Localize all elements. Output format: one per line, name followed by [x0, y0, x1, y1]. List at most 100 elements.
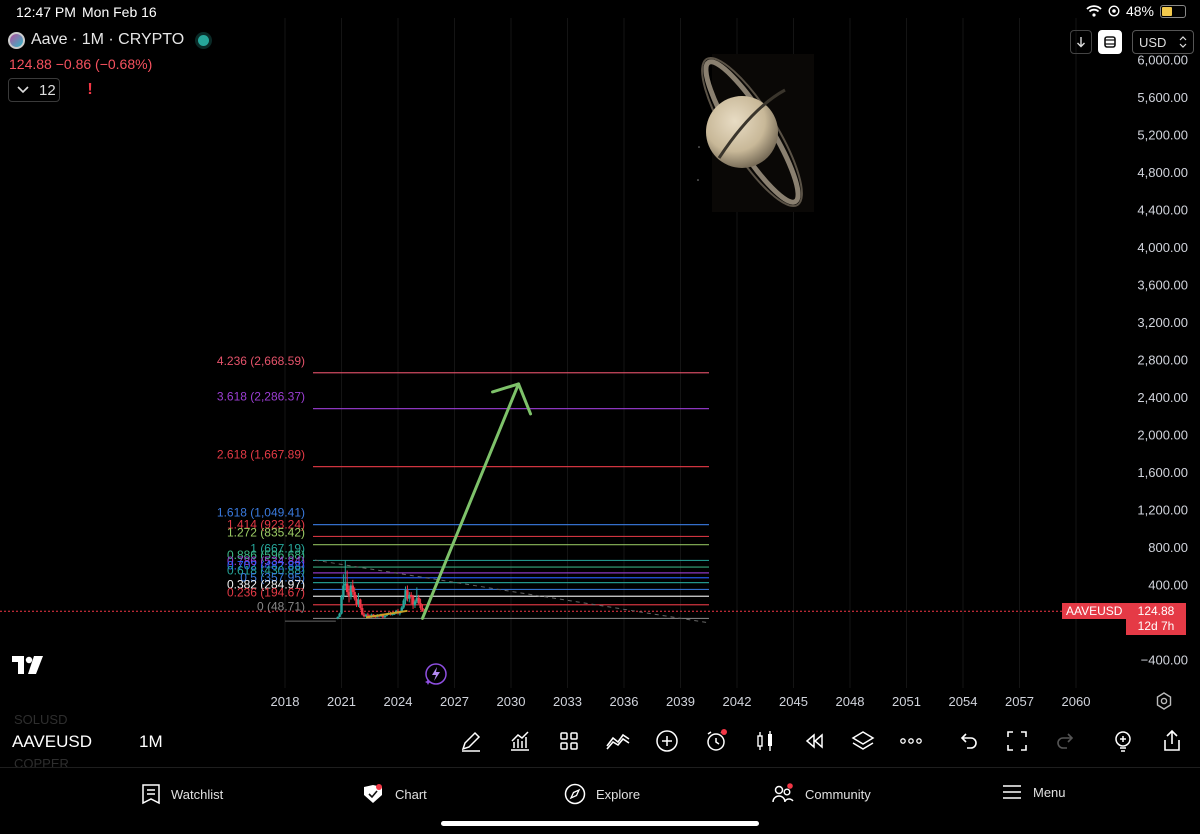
- saturn-image: [697, 54, 814, 212]
- candle-body: [366, 614, 370, 616]
- chart-settings-icon[interactable]: [1155, 692, 1173, 710]
- time-axis-label: 2033: [553, 694, 582, 709]
- nav-community[interactable]: Community: [771, 783, 871, 805]
- symbol-selector[interactable]: AAVEUSD: [12, 732, 92, 752]
- time-axis-label: 2051: [892, 694, 921, 709]
- fib-level-label: 2.618 (1,667.89): [217, 448, 305, 462]
- candle-body: [413, 601, 417, 606]
- share-button[interactable]: [1159, 728, 1185, 754]
- symbol-prev[interactable]: SOLUSD: [14, 712, 67, 727]
- symbol-header[interactable]: Aave · 1M · CRYPTO: [8, 31, 210, 49]
- compare-button[interactable]: [605, 728, 631, 754]
- add-button[interactable]: [654, 728, 680, 754]
- alerts-button[interactable]: [703, 728, 729, 754]
- currency-select[interactable]: USD: [1132, 30, 1194, 54]
- last-price: 124.88: [9, 56, 52, 72]
- tradingview-logo-icon[interactable]: [12, 656, 44, 674]
- nav-explore-label: Explore: [596, 786, 641, 802]
- fullscreen-icon: [1007, 731, 1027, 751]
- chart-tab-icon: [364, 784, 382, 803]
- pencil-icon: [461, 731, 481, 752]
- chart-type-button[interactable]: [752, 728, 778, 754]
- time-axis-label: 2030: [497, 694, 526, 709]
- bar-countdown: 12d 7h: [1137, 619, 1175, 633]
- candle-body: [419, 603, 422, 608]
- fib-level-label: 0.236 (194.67): [227, 586, 305, 600]
- scroll-to-latest-button[interactable]: [1070, 30, 1092, 54]
- nav-chart[interactable]: Chart: [361, 783, 427, 805]
- time-axis-label: 2054: [949, 694, 978, 709]
- alarm-clock-icon: [707, 729, 727, 751]
- time-axis-label: 2039: [666, 694, 695, 709]
- price-axis-label: 4,000.00: [1137, 240, 1188, 255]
- redo-icon: [1057, 733, 1074, 749]
- currency-value: USD: [1139, 34, 1167, 50]
- symbol-title: Aave · 1M · CRYPTO: [31, 31, 185, 48]
- fib-level-label: 4.236 (2,668.59): [217, 354, 305, 368]
- nav-explore[interactable]: Explore: [564, 783, 640, 805]
- redo-button[interactable]: [1053, 728, 1079, 754]
- price-axis-label: 1,600.00: [1137, 465, 1188, 480]
- lightning-badge-icon[interactable]: [424, 662, 448, 686]
- time-axis-label: 2021: [327, 694, 356, 709]
- more-button[interactable]: [898, 728, 924, 754]
- price-axis-label: 400.00: [1148, 577, 1188, 592]
- indicator-count: 12: [39, 81, 56, 99]
- interval-selector[interactable]: 1M: [139, 732, 163, 752]
- price-axis-label: 800.00: [1148, 540, 1188, 555]
- nav-watchlist-label: Watchlist: [171, 786, 224, 802]
- time-axis-label: 2060: [1062, 694, 1091, 709]
- nav-menu-label: Menu: [1033, 784, 1066, 800]
- layers-icon: [851, 731, 875, 750]
- candle-body: [345, 583, 349, 593]
- ellipsis-icon: [900, 738, 922, 744]
- candle-body: [340, 596, 343, 614]
- candle-body: [353, 592, 356, 599]
- price-change-row: 124.88 −0.86 (−0.68%): [9, 56, 152, 72]
- hamburger-icon: [1003, 785, 1021, 799]
- candle-body: [383, 615, 387, 618]
- time-axis-label: 2045: [779, 694, 808, 709]
- candle-body: [336, 616, 339, 619]
- layouts-button[interactable]: [556, 728, 582, 754]
- time-axis-label: 2024: [384, 694, 413, 709]
- price-axis-label: 2,800.00: [1137, 352, 1188, 367]
- objects-tree-button[interactable]: [850, 728, 876, 754]
- symbol-next[interactable]: COPPER: [14, 756, 69, 771]
- home-indicator[interactable]: [441, 821, 759, 826]
- indicators-toggle[interactable]: 12: [8, 78, 60, 102]
- indicators-button[interactable]: [507, 728, 533, 754]
- price-axis-label: 3,600.00: [1137, 277, 1188, 292]
- error-alert-icon[interactable]: !: [80, 80, 100, 100]
- price-axis-label: 2,000.00: [1137, 427, 1188, 442]
- auto-scale-button[interactable]: [1098, 30, 1122, 54]
- time-axis-label: 2048: [836, 694, 865, 709]
- aave-logo-icon: [8, 31, 25, 49]
- drawing-tools-button[interactable]: [458, 728, 484, 754]
- undo-icon: [960, 733, 977, 749]
- undo-button[interactable]: [955, 728, 981, 754]
- replay-button[interactable]: [801, 728, 827, 754]
- candle-body: [351, 585, 354, 593]
- current-price-value: 124.88: [1137, 604, 1175, 618]
- auto-scale-icon: [1104, 36, 1116, 48]
- ideas-button[interactable]: [1110, 728, 1136, 754]
- grid-icon: [560, 732, 578, 750]
- price-chart[interactable]: 6,000.00 5,600.00 5,200.00 4,800.00 4,400.00…: [0, 0, 1200, 716]
- price-axis-label: 5,200.00: [1137, 127, 1188, 142]
- candles-icon: [757, 731, 772, 751]
- price-axis-label: 2,400.00: [1137, 390, 1188, 405]
- share-icon: [1164, 729, 1180, 751]
- price-axis-label: 4,800.00: [1137, 165, 1188, 180]
- current-symbol-tag: AAVEUSD: [1062, 603, 1127, 619]
- nav-menu[interactable]: Menu: [1001, 783, 1066, 801]
- time-axis-label: 2042: [723, 694, 752, 709]
- current-price-label: 124.88 12d 7h: [1126, 603, 1186, 635]
- fullscreen-button[interactable]: [1004, 728, 1030, 754]
- nav-watchlist[interactable]: Watchlist: [141, 783, 223, 805]
- candle-body: [338, 613, 341, 617]
- price-axis-label: 1,200.00: [1137, 502, 1188, 517]
- candle-body: [361, 607, 364, 615]
- compass-icon: [564, 783, 586, 805]
- plus-circle-icon: [656, 730, 678, 752]
